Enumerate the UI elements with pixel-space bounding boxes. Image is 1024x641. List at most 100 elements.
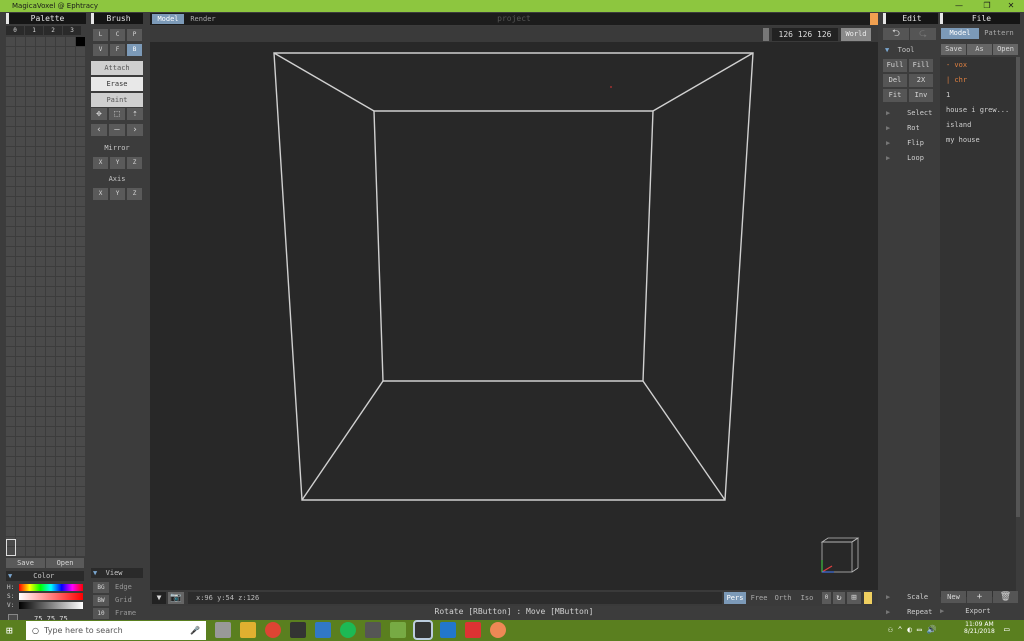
- palette-swatch[interactable]: [56, 187, 65, 196]
- palette-swatch[interactable]: [26, 187, 35, 196]
- file-scrollbar[interactable]: [1016, 57, 1020, 517]
- mirror-y-button[interactable]: Y: [110, 157, 125, 169]
- palette-swatch[interactable]: [16, 427, 25, 436]
- palette-swatch[interactable]: [16, 287, 25, 296]
- view-key-2[interactable]: 10: [93, 608, 109, 619]
- palette-swatch[interactable]: [66, 177, 75, 186]
- palette-swatch[interactable]: [36, 287, 45, 296]
- palette-swatch[interactable]: [56, 317, 65, 326]
- palette-swatch[interactable]: [66, 227, 75, 236]
- minus-icon[interactable]: –: [109, 124, 125, 136]
- palette-swatch[interactable]: [76, 127, 85, 136]
- palette-swatch[interactable]: [6, 277, 15, 286]
- palette-swatch[interactable]: [6, 397, 15, 406]
- palette-swatch[interactable]: [36, 317, 45, 326]
- palette-swatch[interactable]: [66, 547, 75, 556]
- palette-swatch[interactable]: [26, 347, 35, 356]
- reset-view-icon[interactable]: ↻: [833, 592, 845, 604]
- palette-swatch[interactable]: [26, 387, 35, 396]
- palette-swatch[interactable]: [36, 97, 45, 106]
- palette-swatch[interactable]: [6, 167, 15, 176]
- palette-swatch[interactable]: [66, 87, 75, 96]
- palette-swatch[interactable]: [46, 297, 55, 306]
- palette-swatch[interactable]: [76, 87, 85, 96]
- palette-swatch[interactable]: [26, 227, 35, 236]
- palette-swatch[interactable]: [66, 377, 75, 386]
- palette-swatch[interactable]: [66, 47, 75, 56]
- palette-swatch[interactable]: [46, 147, 55, 156]
- palette-swatch[interactable]: [66, 67, 75, 76]
- palette-swatch[interactable]: [36, 157, 45, 166]
- grid-view-icon[interactable]: ⊞: [847, 592, 861, 604]
- palette-swatch[interactable]: [36, 117, 45, 126]
- palette-swatch[interactable]: [66, 167, 75, 176]
- palette-swatch[interactable]: [6, 327, 15, 336]
- palette-swatch[interactable]: [56, 177, 65, 186]
- palette-swatch[interactable]: [46, 377, 55, 386]
- world-button[interactable]: World: [841, 28, 871, 41]
- pen-icon[interactable]: [465, 622, 481, 638]
- palette-swatch[interactable]: [26, 357, 35, 366]
- palette-swatch[interactable]: [36, 137, 45, 146]
- palette-swatch[interactable]: [76, 447, 85, 456]
- palette-swatch[interactable]: [66, 277, 75, 286]
- camera-mode-iso[interactable]: Iso: [796, 592, 818, 604]
- palette-swatch[interactable]: [26, 487, 35, 496]
- palette-swatch[interactable]: [76, 427, 85, 436]
- palette-swatch[interactable]: [36, 257, 45, 266]
- palette-swatch[interactable]: [76, 477, 85, 486]
- palette-swatch[interactable]: [26, 67, 35, 76]
- palette-swatch[interactable]: [6, 477, 15, 486]
- palette-swatch[interactable]: [36, 387, 45, 396]
- notifications-icon[interactable]: ▭: [1004, 625, 1009, 635]
- brush-attach-button[interactable]: Attach: [91, 61, 143, 75]
- palette-swatch[interactable]: [66, 187, 75, 196]
- palette-swatch[interactable]: [76, 317, 85, 326]
- palette-swatch[interactable]: [66, 157, 75, 166]
- palette-swatch[interactable]: [76, 227, 85, 236]
- palette-swatch[interactable]: [56, 147, 65, 156]
- palette-swatch[interactable]: [56, 387, 65, 396]
- palette-swatch[interactable]: [76, 257, 85, 266]
- palette-tab-0[interactable]: 0: [6, 26, 24, 35]
- palette-swatch[interactable]: [26, 47, 35, 56]
- palette-swatch[interactable]: [56, 347, 65, 356]
- palette-swatch[interactable]: [76, 467, 85, 476]
- palette-swatch[interactable]: [6, 117, 15, 126]
- palette-swatch[interactable]: [36, 507, 45, 516]
- palette-swatch[interactable]: [16, 157, 25, 166]
- palette-swatch[interactable]: [66, 197, 75, 206]
- palette-swatch[interactable]: [76, 507, 85, 516]
- palette-swatch[interactable]: [16, 87, 25, 96]
- palette-swatch[interactable]: [66, 317, 75, 326]
- edit-item-repeat[interactable]: ▶ Repeat: [886, 608, 932, 616]
- palette-swatch[interactable]: [56, 467, 65, 476]
- viewport-3d[interactable]: [150, 42, 878, 590]
- palette-swatch[interactable]: [66, 207, 75, 216]
- camera-icon[interactable]: 📷: [168, 592, 184, 604]
- palette-swatch[interactable]: [46, 507, 55, 516]
- palette-swatch[interactable]: [76, 397, 85, 406]
- palette-swatch[interactable]: [36, 407, 45, 416]
- palette-swatch[interactable]: [26, 87, 35, 96]
- chevron-right-icon[interactable]: ›: [127, 124, 143, 136]
- palette-swatch[interactable]: [66, 337, 75, 346]
- value-slider[interactable]: [19, 602, 83, 609]
- palette-swatch[interactable]: [36, 347, 45, 356]
- palette-swatch[interactable]: [46, 177, 55, 186]
- palette-swatch[interactable]: [46, 317, 55, 326]
- palette-swatch[interactable]: [26, 477, 35, 486]
- palette-swatch[interactable]: [46, 327, 55, 336]
- camera-mode-orth[interactable]: Orth: [772, 592, 794, 604]
- palette-swatch[interactable]: [6, 137, 15, 146]
- palette-swatch[interactable]: [26, 527, 35, 536]
- palette-swatch[interactable]: [36, 467, 45, 476]
- palette-swatch[interactable]: [56, 457, 65, 466]
- palette-swatch[interactable]: [66, 397, 75, 406]
- palette-swatch[interactable]: [66, 57, 75, 66]
- palette-swatch[interactable]: [6, 127, 15, 136]
- palette-swatch[interactable]: [36, 267, 45, 276]
- palette-swatch[interactable]: [76, 177, 85, 186]
- palette-swatch[interactable]: [6, 497, 15, 506]
- palette-swatch[interactable]: [46, 137, 55, 146]
